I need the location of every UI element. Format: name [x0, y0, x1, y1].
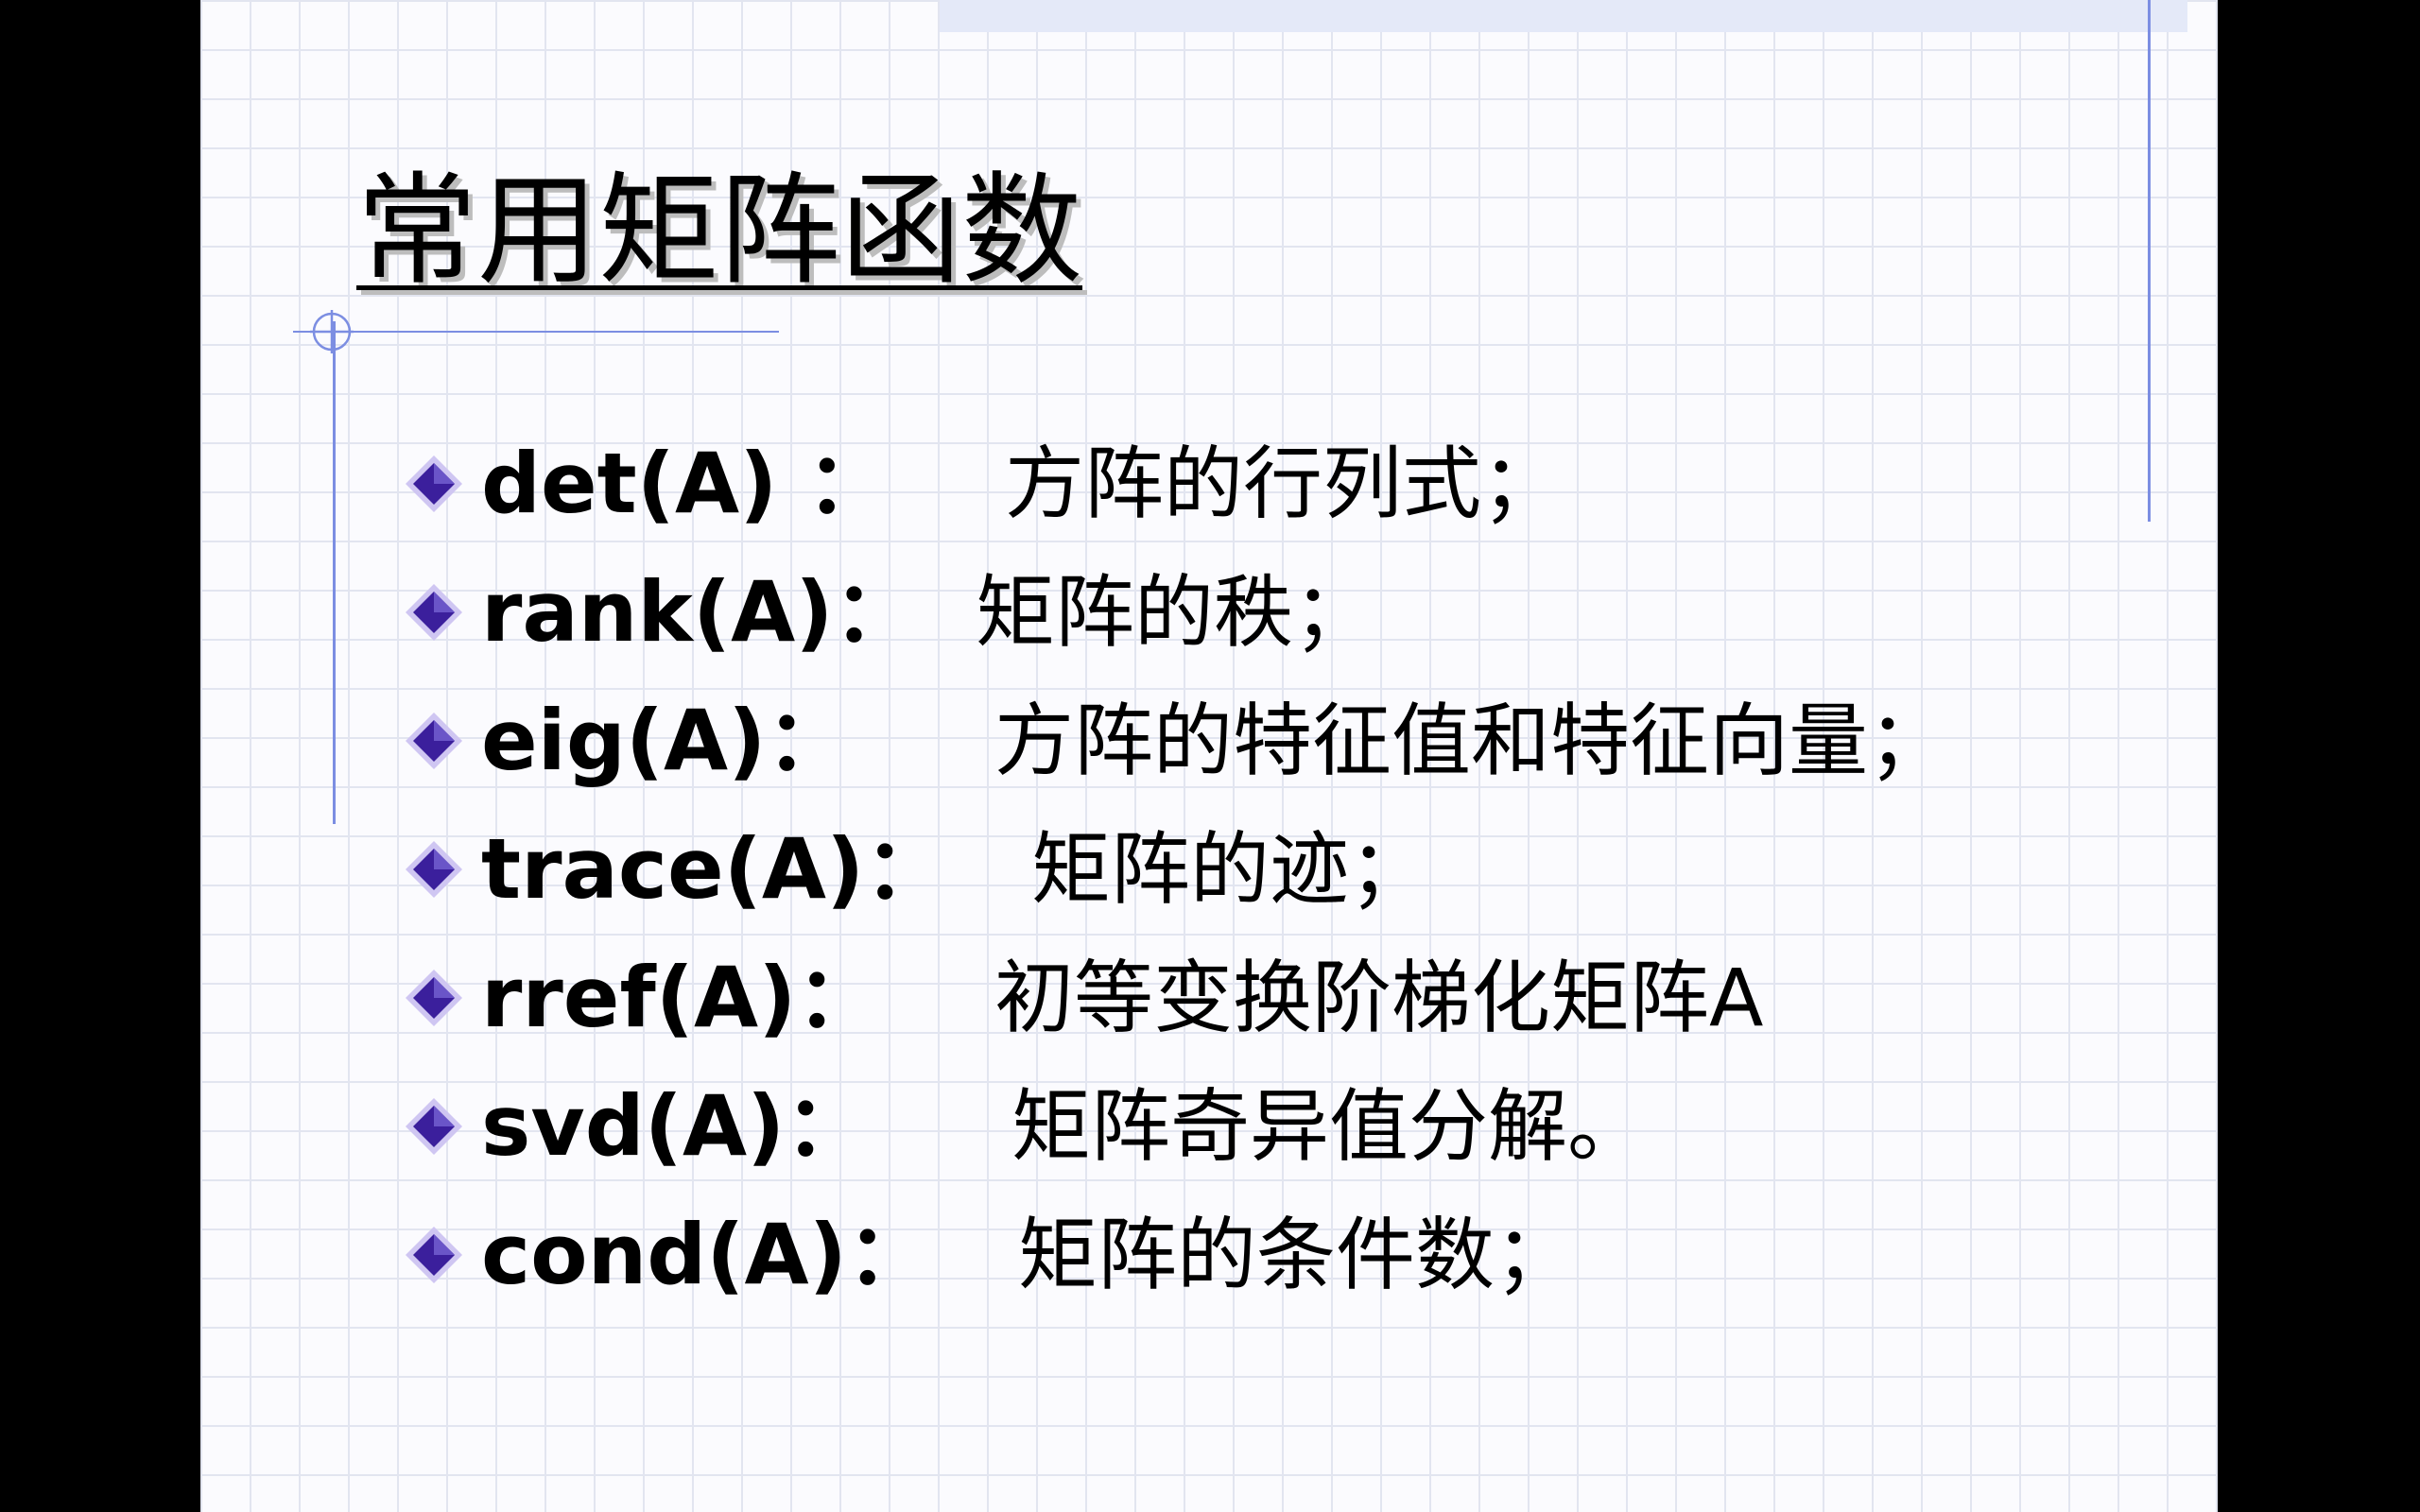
function-name: rank(A)：: [481, 563, 917, 661]
diamond-bullet-icon: [406, 713, 462, 769]
title-accent-rule: [293, 331, 779, 333]
function-name: rref(A)：: [481, 949, 880, 1046]
diamond-bullet-icon: [406, 970, 462, 1026]
diamond-bullet-icon: [406, 584, 462, 641]
function-name: det(A) ：: [481, 435, 890, 532]
function-description: 矩阵的迹；: [1031, 823, 1429, 916]
slide: 常用矩阵函数 det(A) ： 方阵的行列式； rank(A)： 矩阵的秩； e…: [200, 0, 2218, 1512]
left-accent-rule: [333, 321, 336, 824]
top-accent-band: [940, 0, 2187, 32]
function-name: eig(A)：: [481, 692, 850, 789]
diamond-bullet-icon: [406, 841, 462, 898]
function-description: 矩阵的条件数；: [1018, 1209, 1575, 1301]
function-description: 矩阵的秩；: [976, 566, 1374, 659]
function-name: trace(A)：: [481, 820, 948, 918]
diamond-bullet-icon: [406, 1227, 462, 1283]
right-accent-rule: [2148, 0, 2151, 522]
function-name: svd(A)：: [481, 1077, 869, 1175]
slide-title: 常用矩阵函数: [356, 161, 1083, 301]
diamond-bullet-icon: [406, 455, 462, 512]
presentation-stage: 常用矩阵函数 det(A) ： 方阵的行列式； rank(A)： 矩阵的秩； e…: [0, 0, 2420, 1512]
crosshair-ornament-icon: [310, 310, 354, 353]
function-description: 矩阵奇异值分解。: [1011, 1080, 1648, 1173]
function-description: 初等变换阶梯化矩阵A: [994, 952, 1764, 1044]
function-description: 方阵的行列式；: [1005, 438, 1562, 530]
function-name: cond(A)：: [481, 1206, 930, 1303]
diamond-bullet-icon: [406, 1098, 462, 1155]
function-description: 方阵的特征值和特征向量；: [994, 695, 1948, 787]
